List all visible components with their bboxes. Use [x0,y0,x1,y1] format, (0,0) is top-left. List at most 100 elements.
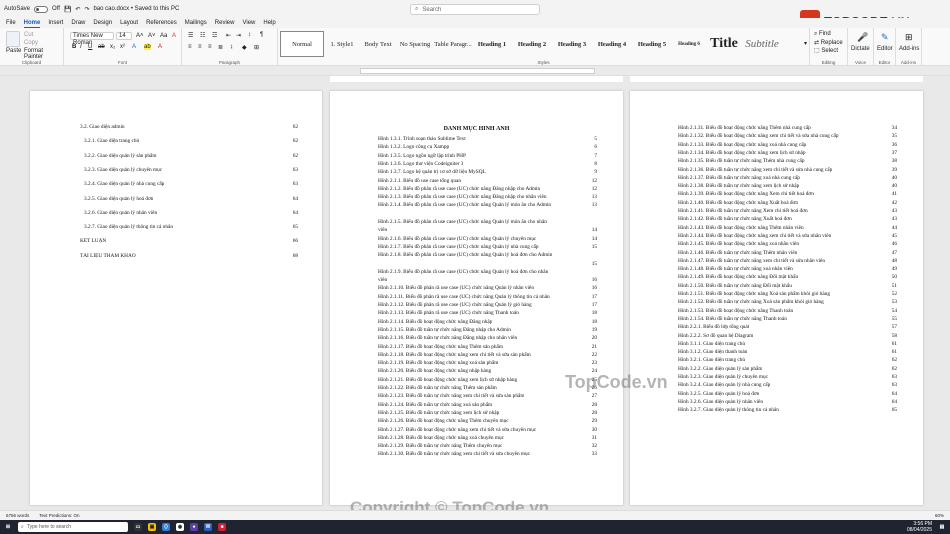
toc-entry-text[interactable]: Hình 3.1.2. Giao diện thanh toán [678,349,747,355]
toc-entry-text[interactable]: Hình 2.1.47. Biểu đồ tuần tự chức năng x… [678,258,825,264]
toc-entry-text[interactable]: Hình 2.1.24. Biểu đồ tuần tự chức năng x… [378,402,492,408]
vscode-icon[interactable]: ⟨⟩ [162,523,170,531]
paste-button[interactable]: Paste [6,48,21,54]
align-center-icon[interactable]: ≡ [198,44,202,50]
toc-entry-text[interactable]: Hình 2.1.45. Biểu đồ hoạt động chức năng… [678,241,799,247]
style-heading-6[interactable]: Heading 6 [672,31,706,57]
toc-entry-text[interactable]: 3.2.1. Giao diện trang chủ [84,138,139,144]
format-painter-button[interactable]: Format Painter [24,48,63,60]
toc-entry-text[interactable]: Hình 2.1.44. Biểu đồ hoạt động chức năng… [678,233,831,239]
toc-entry-text[interactable]: TÀI LIỆU THAM KHẢO [80,253,136,259]
toc-entry-text[interactable]: viên [378,277,387,283]
toc-entry-text[interactable]: Hình 2.1.43. Biểu đồ hoạt động chức năng… [678,225,804,231]
toc-entry-text[interactable]: Hình 2.1.15. Biểu đồ tuần tự chức năng Đ… [378,327,511,333]
toc-entry-text[interactable]: Hình 2.1.6. Biểu đồ phân rã use case (UC… [378,236,536,242]
toc-entry-text[interactable]: 3.2.5. Giao diện quản lý hoá đơn [84,196,153,202]
toc-entry-text[interactable]: Hình 2.1.4. Biểu đồ phân rã use case (UC… [378,202,551,208]
chrome-icon[interactable]: ◉ [176,523,184,531]
bold-icon[interactable]: B [72,44,76,50]
bullets-icon[interactable]: ☰ [188,32,193,39]
borders-icon[interactable]: ⊞ [254,44,259,51]
toc-entry-text[interactable]: Hình 1.3.6. Logo thư viện Codeigniter 3 [378,161,463,167]
style-heading-5[interactable]: Heading 5 [632,31,672,57]
file-explorer-icon[interactable]: ▣ [148,523,156,531]
dictate-button[interactable]: Dictate [851,46,870,52]
style-heading-2[interactable]: Heading 2 [512,31,552,57]
taskbar-search[interactable]: ⌕ Type here to search [18,522,128,532]
windows-start-icon[interactable]: ⊞ [4,523,12,531]
multilevel-list-icon[interactable]: ☲ [212,32,217,39]
toc-entry-text[interactable]: Hình 1.3.1. Trình soạn thảo Sublime Text [378,136,466,142]
tab-home[interactable]: Home [23,20,40,28]
toc-entry-text[interactable]: Hình 2.1.49. Biểu đồ hoạt động chức năng… [678,274,798,280]
toc-entry-text[interactable]: Hình 2.1.35. Biểu đồ tuần tự chức năng T… [678,158,805,164]
toc-entry-text[interactable]: 3.2.7. Giao diện quản lý thông tin cá nh… [84,224,173,230]
underline-icon[interactable]: U [88,44,92,50]
increase-indent-icon[interactable]: ⇥ [236,32,241,39]
find-button[interactable]: ⌕ Find [814,31,831,38]
style-heading-1[interactable]: Heading 1 [472,31,512,57]
zoom-level[interactable]: 60% [935,513,944,518]
word-count[interactable]: 6756 words [6,513,29,518]
tab-view[interactable]: View [242,20,255,26]
app-icon[interactable]: ● [190,523,198,531]
style-subtitle[interactable]: Subtitle [742,31,782,57]
toc-entry-text[interactable]: Hình 3.2.4. Giao diện quản lý nhà cung c… [678,382,770,388]
toc-entry-text[interactable]: Hình 2.1.2. Biểu đồ phân rã use case (UC… [378,186,540,192]
toc-entry-text[interactable]: Hình 3.2.1. Giao diện trang chủ [678,357,745,363]
toc-entry-text[interactable]: Hình 2.1.48. Biểu đồ tuần tự chức năng x… [678,266,793,272]
toc-entry-text[interactable]: Hình 2.1.54. Biểu đồ tuần tự chức năng T… [678,316,787,322]
toc-entry-text[interactable]: Hình 1.3.2. Logo công cụ Xampp [378,144,449,150]
toc-entry-text[interactable]: Hình 2.1.12. Biểu đồ phân rã use case (U… [378,302,532,308]
toc-entry-text[interactable]: Hình 2.2.1. Biểu đồ lớp tổng quát [678,324,749,330]
line-spacing-icon[interactable]: ↨ [230,44,233,50]
paste-icon[interactable] [6,31,20,47]
text-predictions[interactable]: Text Predictions: On [39,513,79,518]
replace-button[interactable]: ⇄ Replace [814,39,843,46]
editor-icon[interactable]: ✎ [881,32,889,43]
italic-icon[interactable]: I [80,44,82,50]
toc-entry-text[interactable]: Hình 2.1.28. Biểu đồ hoạt động chức năng… [378,435,504,441]
toc-entry-text[interactable]: Hình 2.1.19. Biểu đồ hoạt động chức năng… [378,360,498,366]
subscript-icon[interactable]: x₂ [110,44,115,50]
toc-entry-text[interactable]: KẾT LUẬN [80,238,106,244]
toc-entry-text[interactable]: Hình 3.1.1. Giao diện trang chủ [678,341,745,347]
style-no-spacing[interactable]: No Spacing [396,31,434,57]
page-3[interactable]: Hình 2.1.31. Biểu đồ hoạt động chức năng… [630,91,923,505]
style-body-text[interactable]: Body Text [360,31,396,57]
toc-entry-text[interactable]: Hình 2.1.25. Biểu đồ tuần tự chức năng x… [378,410,499,416]
tab-references[interactable]: References [146,20,177,26]
style-heading-4[interactable]: Heading 4 [592,31,632,57]
toc-entry-text[interactable]: Hình 2.1.46. Biểu đồ tuần tự chức năng T… [678,250,797,256]
styles-more-icon[interactable]: ▾ [804,40,807,47]
toc-entry-text[interactable]: Hình 2.1.3. Biểu đồ phân rã use case (UC… [378,194,547,200]
align-right-icon[interactable]: ≡ [208,44,212,50]
toc-entry-text[interactable]: Hình 2.1.5. Biểu đồ phân rã use case (UC… [378,219,547,225]
taskbar-clock[interactable]: 3:56 PM 08/04/2025 [907,521,932,533]
highlight-icon[interactable]: ab [144,44,151,50]
toc-entry-text[interactable]: Hình 2.1.20. Biểu đồ hoạt động chức năng… [378,368,491,374]
font-name-select[interactable]: Times New Roman [70,32,114,46]
superscript-icon[interactable]: x² [120,44,125,50]
tab-insert[interactable]: Insert [48,20,63,26]
font-color-icon[interactable]: A [158,44,162,50]
toc-entry-text[interactable]: Hình 2.1.11. Biểu đồ phân rã use case (U… [378,294,550,300]
tab-draw[interactable]: Draw [71,20,85,26]
tab-review[interactable]: Review [215,20,235,26]
toc-entry-text[interactable]: Hình 2.1.21. Biểu đồ hoạt động chức năng… [378,377,517,383]
toc-entry-text[interactable]: Hình 2.1.9. Biểu đồ phân rã use case (UC… [378,269,548,275]
document-title[interactable]: bao cao.docx • Saved to this PC [93,6,179,12]
toc-entry-text[interactable]: Hình 3.2.2. Giao diện quản lý sản phẩm [678,366,762,372]
toc-entry-text[interactable]: Hình 2.1.36. Biểu đồ tuần tự chức năng x… [678,167,832,173]
toc-entry-text[interactable]: Hình 2.1.1. Biểu đồ use case tổng quan [378,178,461,184]
toc-entry-text[interactable]: Hình 2.1.50. Biểu đồ tuần tự chức năng Đ… [678,283,792,289]
toc-entry-text[interactable]: Hình 2.1.7. Biểu đồ phân rã use case (UC… [378,244,539,250]
toc-entry-text[interactable]: Hình 2.1.30. Biểu đồ tuần tự chức năng x… [378,451,530,457]
toc-entry-text[interactable]: Hình 2.1.33. Biểu đồ hoạt động chức năng… [678,142,806,148]
decrease-indent-icon[interactable]: ⇤ [226,32,231,39]
toc-entry-text[interactable]: Hình 2.1.29. Biểu đồ tuần tự chức năng T… [378,443,502,449]
toc-entry-text[interactable]: Hình 2.1.39. Biểu đồ hoạt động chức năng… [678,191,814,197]
toc-entry-text[interactable]: Hình 3.2.5. Giao diện quản lý hoá đơn [678,391,759,397]
toc-entry-text[interactable]: Hình 2.1.13. Biểu đồ phân rã use case (U… [378,310,519,316]
style-1-style1[interactable]: 1. Style1 [324,31,360,57]
